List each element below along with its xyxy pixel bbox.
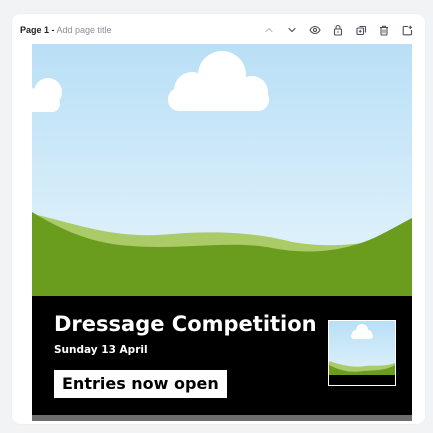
event-headline[interactable]: Dressage Competition [54,310,317,338]
landscape-illustration [32,44,412,296]
design-canvas[interactable]: Dressage Competition Sunday 13 April Ent… [32,44,412,421]
chevron-down-icon [288,27,296,33]
hide-page-button[interactable] [308,23,322,37]
page-title-input[interactable]: Add page title [57,20,112,40]
delete-page-button[interactable] [377,23,391,37]
duplicate-icon [355,25,366,35]
page-toolbar [262,20,414,40]
eye-icon [309,25,321,35]
page-header: Page 1 - Add page title [20,20,420,40]
lock-page-button[interactable] [331,23,345,37]
thumbnail-illustration [329,321,395,385]
entries-open-label[interactable]: Entries now open [54,370,227,398]
chevron-up-icon [265,27,273,33]
lock-icon [333,24,343,36]
landscape-thumbnail[interactable] [328,320,396,386]
page-label: Page 1 - [20,25,55,35]
duplicate-page-button[interactable] [354,23,368,37]
event-date[interactable]: Sunday 13 April [54,342,148,358]
move-page-down-button[interactable] [285,23,299,37]
move-page-up-button[interactable] [262,23,276,37]
canvas-bottom-strip [32,415,412,421]
add-page-icon [402,25,412,35]
event-banner: Dressage Competition Sunday 13 April Ent… [32,296,412,415]
add-page-button[interactable] [400,23,414,37]
trash-icon [380,25,388,36]
